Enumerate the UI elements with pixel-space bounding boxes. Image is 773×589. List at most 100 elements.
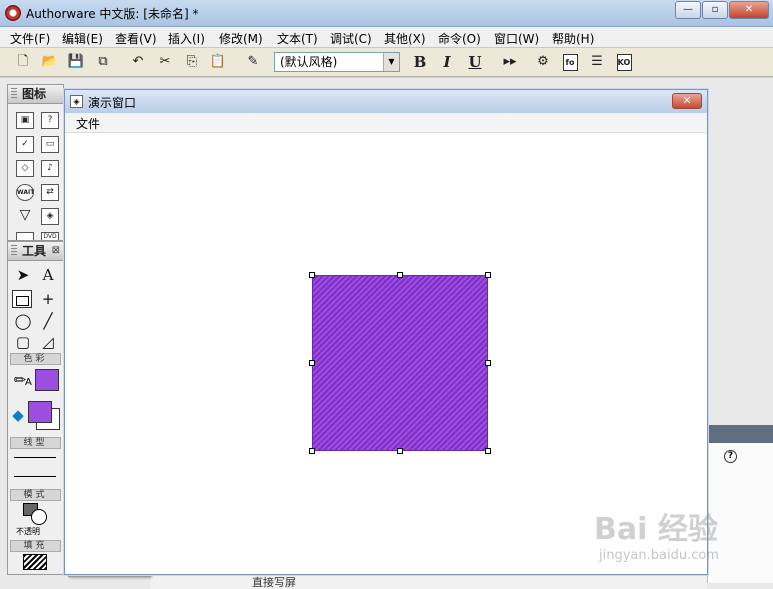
control-panel-icon[interactable]: ⚙ <box>533 52 553 72</box>
functions-button[interactable]: fo <box>560 52 580 72</box>
display-icon[interactable]: ▣ <box>16 112 34 129</box>
rounded-rect-tool-icon[interactable]: ▢ <box>13 333 33 351</box>
dvd-icon[interactable]: DVD <box>41 232 59 240</box>
tools-palette-title: 工具 <box>22 244 47 258</box>
watermark-url: jingyan.baidu.com <box>599 548 719 563</box>
menu-other[interactable]: 其他(X) <box>384 30 426 47</box>
framework-icon[interactable]: ◈ <box>41 208 59 225</box>
decision-icon[interactable]: ▽ <box>16 208 34 225</box>
menu-text[interactable]: 文本(T) <box>277 30 318 47</box>
menu-commands[interactable]: 命令(O) <box>438 30 481 47</box>
line-style-arrow[interactable] <box>14 476 56 477</box>
ellipse-tool-icon[interactable]: ◯ <box>13 312 33 330</box>
mode-label: 不透明 <box>16 527 40 536</box>
mode-opaque-circle-icon <box>31 509 47 525</box>
polygon-tool-icon[interactable]: ◿ <box>38 333 58 351</box>
icon-palette: ▣ ? ✓ ▭ ◇ ♪ WAIT ⇄ ▽ ◈ DVD <box>7 104 64 241</box>
variables-icon[interactable]: ☰ <box>587 52 607 72</box>
rectangle-tool-icon[interactable] <box>12 290 32 308</box>
presentation-window-icon: ◈ <box>70 95 83 108</box>
presentation-close-button[interactable]: ✕ <box>672 93 702 109</box>
menu-modify[interactable]: 修改(M) <box>219 30 263 47</box>
tools-palette-close-icon[interactable]: ⊠ <box>52 242 60 260</box>
copy-icon[interactable]: ⎘ <box>182 52 202 72</box>
resize-handle-ne[interactable] <box>485 272 491 278</box>
watermark-logo: Bai 经验 <box>594 512 718 547</box>
line-style-thin[interactable] <box>14 457 56 458</box>
resize-handle-s[interactable] <box>397 448 403 454</box>
new-file-icon[interactable]: 🗋 <box>13 52 33 72</box>
functions-label: fo <box>565 58 575 67</box>
sound-icon[interactable]: ♪ <box>41 160 59 177</box>
add-tool-icon[interactable]: + <box>38 290 58 308</box>
video-icon[interactable] <box>16 232 34 240</box>
open-folder-icon[interactable]: 📂 <box>40 52 60 72</box>
interaction-icon[interactable]: ? <box>41 112 59 129</box>
menu-view[interactable]: 查看(V) <box>115 30 157 47</box>
flowline-strip: 直接写屏 <box>150 575 707 589</box>
line-tool-icon[interactable]: ╱ <box>38 312 58 330</box>
help-icon[interactable]: ? <box>724 450 737 463</box>
chevron-down-icon[interactable]: ▼ <box>383 53 399 71</box>
presentation-title-bar[interactable]: ◈ 演示窗口 ✕ <box>65 90 707 113</box>
knowledge-objects-button[interactable]: KO <box>614 52 634 72</box>
knowledge-objects-label: KO <box>617 58 631 67</box>
tools-palette: ➤ A + ◯ ╱ ▢ ◿ 色彩 ✏ A ◆ 线型 模式 不透明 填充 <box>7 261 64 575</box>
digital-movie-icon[interactable]: ◇ <box>16 160 34 177</box>
menu-edit[interactable]: 编辑(E) <box>62 30 103 47</box>
paste-icon[interactable]: 📋 <box>208 52 228 72</box>
resize-handle-nw[interactable] <box>309 272 315 278</box>
presentation-menu-bar: 文件 <box>65 113 707 133</box>
menu-bar: 文件(F) 编辑(E) 查看(V) 插入(I) 修改(M) 文本(T) 调试(C… <box>0 27 773 48</box>
icon-palette-header[interactable]: 图标 <box>7 84 64 104</box>
resize-handle-w[interactable] <box>309 360 315 366</box>
save-all-icon[interactable]: 💾 <box>66 52 86 72</box>
restart-icon[interactable]: ▸▸ <box>500 52 520 72</box>
purple-rectangle-shape[interactable] <box>312 275 488 451</box>
fill-color-swatch[interactable] <box>28 401 52 423</box>
line-section-label: 线型 <box>10 437 61 449</box>
menu-file[interactable]: 文件(F) <box>10 30 50 47</box>
calculation-icon[interactable]: ✓ <box>16 136 34 153</box>
navigate-icon[interactable]: ⇄ <box>41 184 59 201</box>
resize-handle-se[interactable] <box>485 448 491 454</box>
maximize-button[interactable]: ▫ <box>702 1 728 19</box>
pointer-tool-icon[interactable]: ➤ <box>13 266 33 284</box>
text-style-select[interactable]: (默认风格) ▼ <box>274 52 400 72</box>
presentation-menu-file[interactable]: 文件 <box>76 115 100 132</box>
tools-palette-header[interactable]: 工具 ⊠ <box>7 241 64 261</box>
import-icon[interactable]: ⧉ <box>93 52 113 72</box>
menu-debug[interactable]: 调试(C) <box>330 30 372 47</box>
authorware-logo-icon <box>5 5 21 21</box>
window-title: Authorware 中文版: [未命名] * <box>26 7 199 21</box>
underline-button[interactable]: U <box>465 52 485 72</box>
map-icon[interactable]: ▭ <box>41 136 59 153</box>
color-section-label: 色彩 <box>10 353 61 365</box>
menu-help[interactable]: 帮助(H) <box>552 30 594 47</box>
flowline-text: 直接写屏 <box>252 576 296 589</box>
stroke-color-swatch[interactable] <box>35 369 59 391</box>
resize-handle-sw[interactable] <box>309 448 315 454</box>
text-tool-icon[interactable]: A <box>38 266 58 284</box>
close-button[interactable]: ✕ <box>729 1 769 19</box>
icon-palette-title: 图标 <box>22 87 47 101</box>
menu-window[interactable]: 窗口(W) <box>494 30 539 47</box>
window-controls: — ▫ ✕ <box>674 1 769 19</box>
text-style-value: (默认风格) <box>280 55 338 69</box>
undo-icon[interactable]: ↶ <box>128 52 148 72</box>
minimize-button[interactable]: — <box>675 1 701 19</box>
wait-icon[interactable]: WAIT <box>16 184 34 201</box>
italic-button[interactable]: I <box>437 52 457 72</box>
text-color-marker: A <box>25 377 32 388</box>
resize-handle-n[interactable] <box>397 272 403 278</box>
side-panel-header <box>707 425 773 443</box>
mode-section-label: 模式 <box>10 489 61 501</box>
fill-bucket-icon[interactable]: ◆ <box>8 406 28 424</box>
resize-handle-e[interactable] <box>485 360 491 366</box>
menu-insert[interactable]: 插入(I) <box>168 30 205 47</box>
find-icon[interactable]: ✎ <box>243 52 263 72</box>
bold-button[interactable]: B <box>410 52 430 72</box>
fill-section-label: 填充 <box>10 540 61 552</box>
fill-pattern-swatch[interactable] <box>23 554 47 570</box>
cut-icon[interactable]: ✂ <box>155 52 175 72</box>
